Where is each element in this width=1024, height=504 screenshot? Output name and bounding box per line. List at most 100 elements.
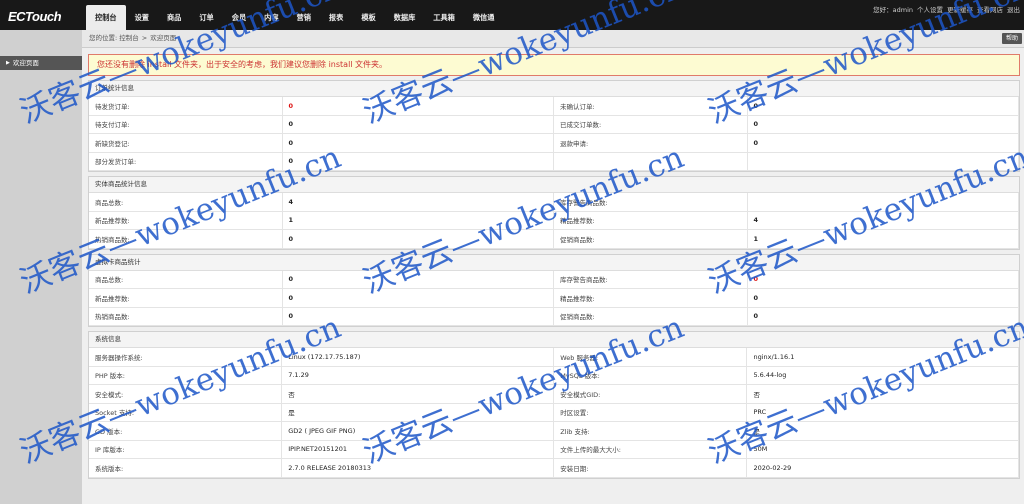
stat-label: 未确认订单: [553,97,748,116]
nav-item[interactable]: 数据库 [385,5,425,30]
nav-item[interactable]: 模板 [352,5,384,30]
stat-label: MySQL 版本: [553,366,748,385]
stat-value [747,152,1020,171]
stat-label: IP 库版本: [89,440,283,459]
stats-panel: 订单统计信息 待发货订单: 0 未确认订单: 0 待支付订单: 0 已成交订单数: 0 新缺货登记… [88,80,1020,172]
main-nav: 控制台 设置 商品 订单 会员 内容 营销 报表 模板 数据库 工具箱 微信通 [86,5,503,30]
panel-title: 系统信息 [89,332,1019,348]
sidebar-item-welcome[interactable]: ▶ 欢迎页面 [0,56,82,70]
stat-value: 是 [746,421,1019,441]
help-button[interactable]: 帮助 [1001,33,1022,44]
stats-table: 服务器操作系统: Linux (172.17.75.187) Web 服务器: ngi… [89,348,1019,478]
nav-item[interactable]: 内容 [255,5,287,30]
stat-label: 系统版本: [89,458,283,478]
table-row: 热销商品数: 0 促销商品数: 1 [89,229,1020,249]
stat-value [747,193,1020,212]
nav-item[interactable]: 控制台 [86,5,126,30]
main-content: 您的位置: 控制台 > 欢迎页面 帮助 您还没有删除 install 文件夹，出于安… [82,30,1024,504]
stat-label: 新品推荐数: [89,211,283,230]
breadcrumb-item[interactable]: 控制台 [119,34,139,42]
nav-item[interactable]: 工具箱 [424,5,464,30]
stat-label: 新缺货登记: [89,133,283,153]
stat-label: 促销商品数: [553,307,748,326]
stat-label: Socket 支持: [89,403,283,422]
panel-title: 实体商品统计信息 [89,177,1019,193]
stat-label: 安装日期: [553,458,748,478]
stat-value: 是 [281,403,555,422]
table-row: 部分发货订单: 0 [89,152,1020,171]
logo: ECTouch [8,9,62,24]
nav-item[interactable]: 设置 [126,5,158,30]
panel-title: 虚拟卡商品统计 [89,254,1019,271]
stat-label: 待支付订单: [89,115,283,134]
top-link[interactable]: 更新缓存 [947,4,973,14]
breadcrumb: 您的位置: 控制台 > 欢迎页面 帮助 [82,30,1024,48]
stat-value: 0 [747,97,1020,116]
table-row: 待发货订单: 0 未确认订单: 0 [89,97,1020,116]
top-link[interactable]: 个人设置 [917,4,943,14]
stat-value: nginx/1.16.1 [746,348,1019,367]
stat-label: 服务器操作系统: [89,348,283,367]
stat-value: 50M [746,440,1019,459]
table-row: 新缺货登记: 0 退款申请: 0 [89,133,1020,153]
breadcrumb-separator: > [141,34,148,42]
nav-item[interactable]: 营销 [288,5,320,30]
nav-item[interactable]: 订单 [190,5,222,30]
stat-label: 商品总数: [89,270,283,289]
stat-label: 待发货订单: [89,97,283,116]
stat-value: 0 [282,307,554,326]
stat-label: 热销商品数: [89,307,283,326]
stat-label: 安全模式GID: [553,384,748,404]
stat-value: 4 [282,193,554,212]
stat-value: 2020-02-29 [746,458,1019,478]
top-link[interactable]: 查看网店 [977,4,1003,14]
nav-item[interactable]: 会员 [223,5,255,30]
stat-value: 否 [746,384,1019,404]
stat-label: 库存警告商品数: [553,270,748,289]
stat-value: 0 [282,270,554,289]
stat-value: GD2 ( JPEG GIF PNG) [281,421,555,441]
stat-value: 0 [747,133,1020,153]
stat-value: 0 [747,115,1020,134]
table-row: 商品总数: 0 库存警告商品数: 0 [89,270,1020,289]
stat-value: PRC [746,403,1019,422]
stat-value: 0 [282,133,554,153]
stat-value: 0 [282,152,554,171]
table-row: 商品总数: 4 库存警告商品数: [89,193,1020,212]
stat-value: 0 [747,307,1020,326]
stat-label: 促销商品数: [553,229,748,249]
stat-value: 0 [282,115,554,134]
stat-value: 2.7.0 RELEASE 20180313 [281,458,555,478]
nav-item[interactable]: 微信通 [464,5,504,30]
stat-label: 新品推荐数: [89,288,283,308]
stat-value: 1 [282,211,554,230]
stat-label: Zlib 支持: [553,421,748,441]
stats-panels: 订单统计信息 待发货订单: 0 未确认订单: 0 待支付订单: 0 已成交订单数: 0 新缺货登记… [82,80,1024,479]
stat-label: 商品总数: [89,193,283,212]
stats-panel: 系统信息 服务器操作系统: Linux (172.17.75.187) Web 服务器… [88,331,1020,479]
table-row: 新品推荐数: 0 精品推荐数: 0 [89,288,1020,308]
nav-item[interactable]: 商品 [158,5,190,30]
install-warning: 您还没有删除 install 文件夹，出于安全的考虑，我们建议您删除 insta… [88,54,1020,76]
sidebar-item-label: 欢迎页面 [12,59,39,67]
table-row: PHP 版本: 7.1.29 MySQL 版本: 5.6.44-log [89,366,1019,385]
table-row: 服务器操作系统: Linux (172.17.75.187) Web 服务器: ngi… [89,348,1019,367]
panel-title: 订单统计信息 [89,81,1019,97]
top-bar: ECTouch 控制台 设置 商品 订单 会员 内容 营销 报表 模板 数据库 工具箱 微信通 您好：… [0,0,1024,30]
top-link[interactable]: 退出 [1007,4,1020,14]
stat-label: 已成交订单数: [553,115,748,134]
stats-panel: 实体商品统计信息 商品总数: 4 库存警告商品数: 新品推荐数: 1 精品推荐数: 4 热销商品… [88,176,1020,250]
top-link: 您好：admin [873,6,913,14]
stat-label: 精品推荐数: [553,211,748,230]
stat-label: 文件上传的最大大小: [553,440,748,459]
stat-value: Linux (172.17.75.187) [281,348,555,367]
nav-item[interactable]: 报表 [320,5,352,30]
stat-label: PHP 版本: [89,366,283,385]
table-row: 待支付订单: 0 已成交订单数: 0 [89,115,1020,134]
stat-value: 0 [747,288,1020,308]
stat-label: 热销商品数: [89,229,283,249]
stat-value: 5.6.44-log [746,366,1019,385]
breadcrumb-item: 欢迎页面 [150,34,177,42]
stat-value: 0 [282,97,554,116]
stat-value: 1 [747,229,1020,249]
